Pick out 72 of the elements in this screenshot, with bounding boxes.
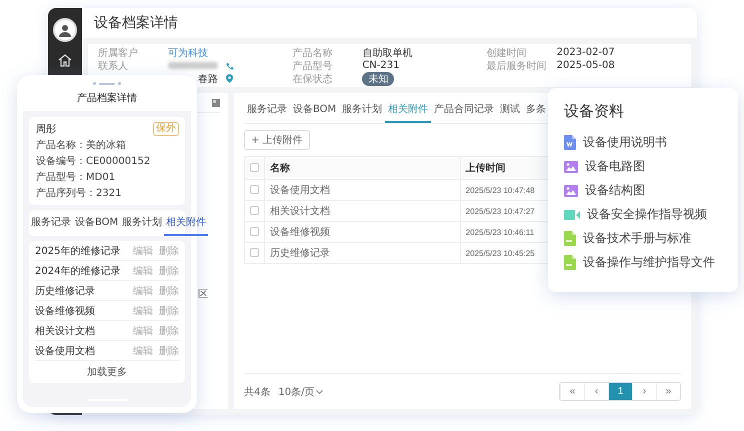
table-cell: 历史维修记录: [264, 242, 460, 264]
field-value: 2025-05-08: [556, 60, 615, 71]
phone-title: 产品档案详情: [76, 92, 138, 105]
field-label: 产品名称: [292, 46, 334, 60]
document-file-icon: [564, 135, 576, 150]
tab[interactable]: 测试: [497, 97, 524, 123]
attachment-name[interactable]: 设备维修视频: [35, 304, 127, 318]
total-count: 共4条: [244, 386, 270, 398]
tab[interactable]: 设备BOM: [73, 210, 120, 236]
pdf-file-icon: [564, 231, 576, 246]
resource-link[interactable]: 设备结构图: [585, 182, 645, 199]
resource-link[interactable]: 设备使用说明书: [583, 134, 667, 151]
field-value: 2023-02-07: [556, 47, 615, 58]
load-more-button[interactable]: 加载更多: [35, 361, 179, 383]
page-button[interactable]: »: [656, 383, 680, 400]
pdf-file-icon: [564, 255, 576, 270]
home-icon[interactable]: [58, 54, 72, 67]
resource-link[interactable]: 设备电路图: [585, 158, 645, 175]
tab[interactable]: 服务记录: [29, 210, 73, 236]
field-label: 联系人: [98, 60, 129, 72]
field-label: 创建时间: [486, 46, 528, 60]
tab[interactable]: 多条: [523, 97, 550, 123]
field-value: 自助取单机: [362, 46, 412, 60]
status-badge: 未知: [362, 72, 394, 86]
card-title: 设备资料: [564, 102, 625, 121]
product-field: 产品型号：MD01: [36, 170, 178, 184]
row-checkbox[interactable]: [250, 185, 259, 194]
address-text: 春路: [198, 72, 218, 86]
field-value: CN-231: [362, 60, 400, 71]
tab[interactable]: 服务记录: [244, 97, 290, 123]
column-header: 名称: [264, 156, 460, 180]
tab[interactable]: 设备BOM: [290, 97, 340, 123]
tab[interactable]: 相关附件: [164, 210, 208, 236]
attachment-name[interactable]: 2024年的维修记录: [35, 264, 127, 278]
video-file-icon: [564, 208, 580, 220]
attachment-name[interactable]: 相关设计文档: [35, 324, 127, 338]
image-file-icon: [564, 160, 578, 172]
avatar: [53, 18, 77, 42]
product-field: 产品名称：美的冰箱: [36, 138, 178, 152]
page-size-select[interactable]: 10条/页: [278, 384, 314, 398]
customer-name: 周彤: [36, 123, 56, 136]
field-label: 产品型号: [292, 60, 334, 72]
attachment-name[interactable]: 2025年的维修记录: [35, 244, 127, 258]
table-cell: 设备维修视频: [264, 222, 460, 242]
product-field: 设备编号：CE00000152: [36, 154, 178, 168]
page-button[interactable]: 1: [608, 383, 632, 400]
row-checkbox[interactable]: [250, 227, 259, 236]
tree-item[interactable]: 区: [198, 287, 208, 301]
tab[interactable]: 服务计划: [120, 210, 164, 236]
attachment-name[interactable]: 历史维修记录: [35, 284, 127, 298]
warranty-badge: 保外: [153, 122, 179, 136]
table-cell: 设备使用文档: [264, 180, 460, 200]
location-pin-icon: [226, 74, 233, 83]
caret-icon: [316, 390, 324, 394]
product-field: 产品序列号：2321: [36, 186, 178, 200]
blurred-contact: [168, 62, 218, 69]
page-title: 设备档案详情: [93, 14, 179, 33]
grid-icon[interactable]: [212, 99, 220, 107]
field-label: 在保状态: [292, 72, 334, 86]
tab[interactable]: 产品合同记录: [431, 97, 498, 123]
upload-button[interactable]: + 上传附件: [244, 130, 310, 150]
row-checkbox[interactable]: [250, 206, 259, 216]
row-checkbox[interactable]: [250, 248, 259, 258]
phone-icon: [226, 62, 234, 70]
tab[interactable]: 服务计划: [339, 97, 386, 123]
field-label: 所属客户: [98, 46, 139, 60]
attachment-name[interactable]: 设备使用文档: [35, 344, 127, 358]
image-file-icon: [564, 184, 578, 196]
field-label: 最后服务时间: [486, 60, 548, 72]
table-cell: 相关设计文档: [264, 200, 460, 222]
customer-link[interactable]: 可为科技: [168, 46, 208, 60]
select-all-checkbox[interactable]: [250, 163, 259, 172]
